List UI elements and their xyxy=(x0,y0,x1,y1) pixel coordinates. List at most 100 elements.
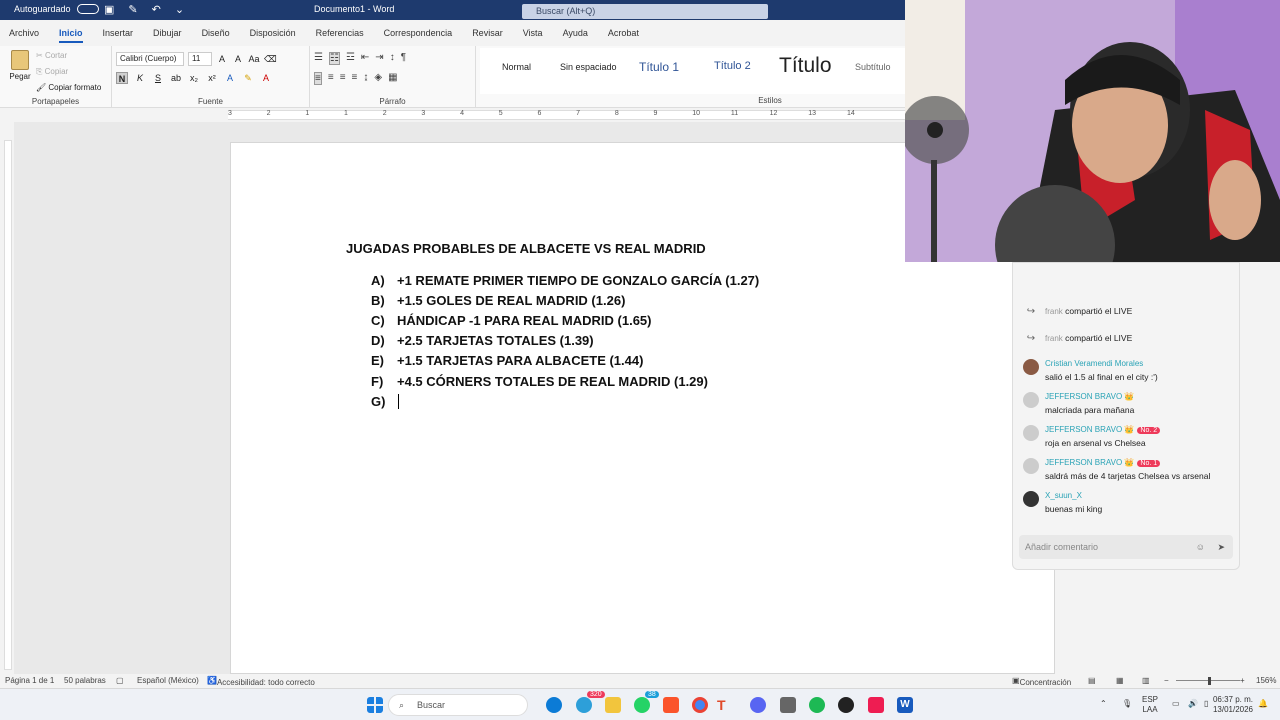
justify-icon[interactable]: ≡ xyxy=(352,72,358,85)
grow-font-icon[interactable]: A xyxy=(216,53,228,65)
network-icon[interactable]: ▭ xyxy=(1172,699,1180,709)
multilevel-list-icon[interactable]: ☲ xyxy=(346,52,355,65)
tab-ayuda[interactable]: Ayuda xyxy=(563,28,588,38)
zoom-out-icon[interactable]: − xyxy=(1164,676,1169,685)
underline-button[interactable]: S xyxy=(152,72,164,84)
decrease-indent-icon[interactable]: ⇤ xyxy=(361,52,369,65)
word-icon[interactable]: W xyxy=(897,697,913,713)
strikethrough-icon[interactable]: ab xyxy=(170,72,182,84)
highlight-icon[interactable]: ✎ xyxy=(242,72,254,84)
windows-start-icon[interactable] xyxy=(367,697,383,713)
web-layout-icon[interactable]: ▥ xyxy=(1142,676,1150,685)
mic-icon[interactable]: 🎙 xyxy=(1122,699,1132,709)
text-effects-icon[interactable]: A xyxy=(224,72,236,84)
save-icon[interactable]: ▣ xyxy=(104,3,114,16)
list-item[interactable]: A) +1 REMATE PRIMER TIEMPO DE GONZALO GAR… xyxy=(371,273,759,288)
chevron-up-icon[interactable]: ⌃ xyxy=(1100,699,1107,709)
word-count[interactable]: 50 palabras xyxy=(64,676,106,685)
paste-button[interactable]: Pegar xyxy=(8,50,32,81)
avatar[interactable] xyxy=(1023,491,1039,507)
font-family-select[interactable]: Calibri (Cuerpo) xyxy=(116,52,184,66)
autosave[interactable]: Autoguardado xyxy=(14,4,99,14)
style-no-spacing[interactable]: Sin espaciado xyxy=(560,62,617,72)
style-heading-2[interactable]: Título 2 xyxy=(714,60,751,72)
clock[interactable]: 06:37 p. m. 13/01/2026 xyxy=(1208,695,1258,715)
taskbar-search[interactable]: ⌕ Buscar xyxy=(388,694,528,716)
draw-icon[interactable]: ✎ xyxy=(128,3,137,16)
emoji-icon[interactable]: ☺ xyxy=(1196,535,1205,559)
format-painter-button[interactable]: 🖌 Copiar formato xyxy=(36,80,101,96)
edge-icon[interactable] xyxy=(546,697,562,713)
italic-button[interactable]: K xyxy=(134,72,146,84)
list-item[interactable]: E) +1.5 TARJETAS PARA ALBACETE (1.44) xyxy=(371,353,643,368)
whatsapp-icon[interactable]: 38 xyxy=(634,691,659,713)
align-center-icon[interactable]: ≡ xyxy=(328,72,334,85)
align-right-icon[interactable]: ≡ xyxy=(340,72,346,85)
font-color-icon[interactable]: A xyxy=(260,72,272,84)
chevron-down-icon[interactable]: ⌄ xyxy=(175,3,184,16)
comment-input[interactable]: Añadir comentario ☺ ➤ xyxy=(1019,535,1233,559)
list-item[interactable]: F) +4.5 CÓRNERS TOTALES DE REAL MADRID (1… xyxy=(371,374,708,389)
list-item[interactable]: C) HÁNDICAP -1 PARA REAL MADRID (1.65) xyxy=(371,313,652,328)
focus-mode-button[interactable]: ▣ Concentración xyxy=(1012,676,1071,687)
chrome-icon[interactable] xyxy=(692,697,708,713)
cut-button[interactable]: ✂ Cortar xyxy=(36,48,101,64)
tab-vista[interactable]: Vista xyxy=(523,28,543,38)
tab-disposicion[interactable]: Disposición xyxy=(250,28,296,38)
show-marks-icon[interactable]: ¶ xyxy=(401,52,406,65)
file-explorer-icon[interactable] xyxy=(605,697,621,713)
brave-icon[interactable] xyxy=(663,697,679,713)
vertical-ruler[interactable] xyxy=(4,140,12,670)
numbering-icon[interactable]: ☷ xyxy=(328,52,340,65)
tab-insertar[interactable]: Insertar xyxy=(103,28,134,38)
tab-archivo[interactable]: Archivo xyxy=(9,28,39,38)
app-icon[interactable] xyxy=(838,697,854,713)
tab-revisar[interactable]: Revisar xyxy=(472,28,503,38)
text-app-icon[interactable]: T xyxy=(717,697,733,713)
avatar[interactable] xyxy=(1023,458,1039,474)
chat-username[interactable]: JEFFERSON BRAVO 👑 No. 1 xyxy=(1045,458,1161,467)
clear-format-icon[interactable]: ⌫ xyxy=(264,53,277,65)
list-item[interactable]: G) xyxy=(371,394,399,409)
change-case-icon[interactable]: Aa xyxy=(248,53,260,65)
style-title[interactable]: Título xyxy=(779,54,832,78)
subscript-icon[interactable]: x₂ xyxy=(188,72,200,84)
borders-icon[interactable]: ▦ xyxy=(388,72,397,85)
bullets-icon[interactable]: ☰ xyxy=(314,52,323,65)
align-left-icon[interactable]: ≡ xyxy=(314,72,322,85)
autosave-toggle[interactable] xyxy=(76,4,99,14)
input-language[interactable]: ESP LAA xyxy=(1142,695,1158,715)
volume-icon[interactable]: 🔊 xyxy=(1188,699,1198,709)
tab-dibujar[interactable]: Dibujar xyxy=(153,28,182,38)
style-normal[interactable]: Normal xyxy=(502,62,531,72)
notification-icon[interactable]: 🔔 xyxy=(1258,699,1268,709)
shading-icon[interactable]: ◈ xyxy=(374,72,382,85)
horizontal-ruler[interactable]: 3 2 1 1 2 3 4 5 6 7 8 9 10 11 12 13 14 xyxy=(0,108,905,122)
zoom-level[interactable]: 156% xyxy=(1256,676,1276,685)
superscript-icon[interactable]: x² xyxy=(206,72,218,84)
tab-correspondencia[interactable]: Correspondencia xyxy=(384,28,453,38)
app-icon[interactable]: 320 xyxy=(576,691,605,713)
chat-username[interactable]: JEFFERSON BRAVO 👑 No. 2 xyxy=(1045,425,1161,434)
calculator-icon[interactable] xyxy=(780,697,796,713)
shrink-font-icon[interactable]: A xyxy=(232,53,244,65)
document-heading[interactable]: JUGADAS PROBABLES DE ALBACETE VS REAL MA… xyxy=(346,241,706,256)
list-item[interactable]: B) +1.5 GOLES DE REAL MADRID (1.26) xyxy=(371,293,625,308)
tiktok-icon[interactable] xyxy=(868,697,884,713)
discord-icon[interactable] xyxy=(750,697,766,713)
undo-icon[interactable]: ↶ xyxy=(152,3,161,16)
avatar[interactable] xyxy=(1023,392,1039,408)
bold-button[interactable]: N xyxy=(116,72,128,84)
page-count[interactable]: Página 1 de 1 xyxy=(5,676,54,685)
accessibility-status[interactable]: ♿ Accesibilidad: todo correcto xyxy=(207,676,315,687)
chat-username[interactable]: JEFFERSON BRAVO 👑 xyxy=(1045,392,1134,401)
print-layout-icon[interactable]: ▦ xyxy=(1116,676,1124,685)
tab-inicio[interactable]: Inicio xyxy=(59,28,83,43)
line-spacing-icon[interactable]: ↨ xyxy=(363,72,368,85)
list-item[interactable]: D) +2.5 TARJETAS TOTALES (1.39) xyxy=(371,333,594,348)
increase-indent-icon[interactable]: ⇥ xyxy=(375,52,383,65)
style-heading-1[interactable]: Título 1 xyxy=(639,60,679,74)
send-icon[interactable]: ➤ xyxy=(1217,535,1225,559)
avatar[interactable] xyxy=(1023,425,1039,441)
avatar[interactable] xyxy=(1023,359,1039,375)
